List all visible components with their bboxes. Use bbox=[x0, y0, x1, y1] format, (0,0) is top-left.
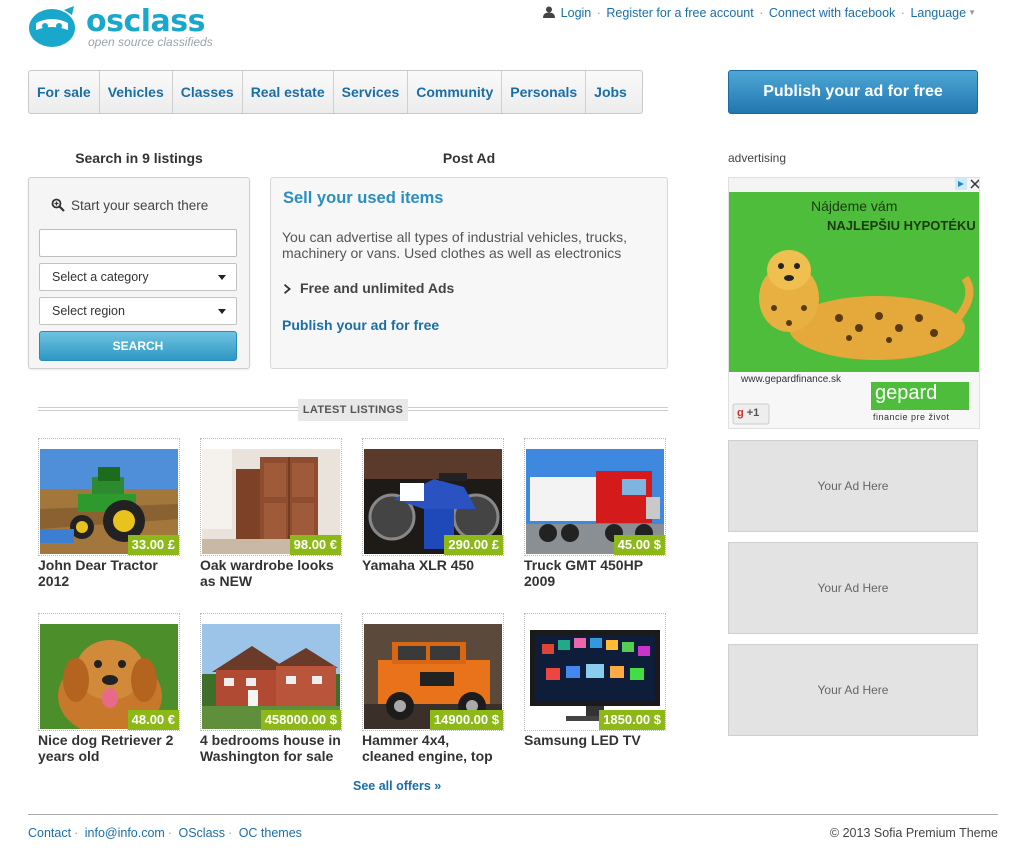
price-badge: 98.00 € bbox=[289, 535, 341, 555]
ad-banner-url: www.gepardfinance.sk bbox=[741, 374, 842, 385]
price-badge: 1850.00 $ bbox=[599, 710, 665, 730]
listing-thumbnail: 458000.00 $ bbox=[200, 613, 342, 731]
listing-card[interactable]: 1850.00 $ Samsung LED TV bbox=[524, 613, 666, 748]
search-button[interactable]: SEARCH bbox=[39, 331, 237, 361]
listing-card[interactable]: 458000.00 $ 4 bedrooms house in Washingt… bbox=[200, 613, 342, 764]
ad-banner-line1: Nájdeme vám bbox=[811, 198, 898, 214]
ad-placeholder[interactable]: Your Ad Here bbox=[728, 542, 978, 634]
nav-item-vehicles[interactable]: Vehicles bbox=[100, 71, 173, 113]
post-ad-panel: Sell your used items You can advertise a… bbox=[270, 177, 668, 369]
nav-item-real-estate[interactable]: Real estate bbox=[243, 71, 334, 113]
search-input[interactable] bbox=[39, 229, 237, 257]
listing-thumbnail: 33.00 £ bbox=[38, 438, 180, 556]
listing-thumbnail: 48.00 € bbox=[38, 613, 180, 736]
chevron-right-icon bbox=[284, 284, 291, 294]
category-select[interactable]: Select a category bbox=[39, 263, 237, 291]
latest-listings-heading: LATEST LISTINGS bbox=[298, 399, 408, 421]
listing-title: Yamaha XLR 450 bbox=[362, 557, 475, 573]
ad-banner[interactable]: Nájdeme vám NAJLEPŠIU HYPOTÉKU www.gepar… bbox=[728, 177, 980, 429]
register-link[interactable]: Register for a free account bbox=[606, 6, 753, 20]
price-badge: 14900.00 $ bbox=[429, 710, 503, 730]
publish-ad-button[interactable]: Publish your ad for free bbox=[728, 70, 978, 114]
listing-card[interactable]: 45.00 $ Truck GMT 450HP 2009 bbox=[524, 438, 666, 589]
listing-card[interactable]: 290.00 £ Yamaha XLR 450 bbox=[362, 438, 504, 573]
search-icon bbox=[51, 198, 65, 212]
price-badge: 33.00 £ bbox=[127, 535, 179, 555]
listing-card[interactable]: 98.00 € Oak wardrobe looks as NEW bbox=[200, 438, 342, 589]
site-logo[interactable]: osclass open source classifieds bbox=[28, 4, 228, 50]
listing-card[interactable]: 33.00 £ John Dear Tractor 2012 bbox=[38, 438, 180, 589]
facebook-connect-link[interactable]: Connect with facebook bbox=[769, 6, 895, 20]
post-ad-description: You can advertise all types of industria… bbox=[282, 229, 627, 261]
user-icon bbox=[542, 6, 555, 18]
ad-banner-brand: gepard bbox=[875, 382, 938, 404]
listing-title: Truck GMT 450HP 2009 bbox=[524, 557, 643, 589]
nav-item-jobs[interactable]: Jobs bbox=[586, 71, 642, 113]
listing-title: Samsung LED TV bbox=[524, 732, 641, 748]
footer-divider bbox=[28, 814, 998, 815]
search-title: Search in 9 listings bbox=[75, 150, 203, 166]
advertising-label: advertising bbox=[728, 151, 787, 165]
listing-thumbnail: 98.00 € bbox=[200, 438, 342, 556]
ad-banner-graphic bbox=[729, 178, 979, 428]
logo-tagline: open source classifieds bbox=[88, 35, 213, 49]
nav-item-services[interactable]: Services bbox=[334, 71, 409, 113]
listing-title: John Dear Tractor 2012 bbox=[38, 557, 158, 589]
logo-wordmark: osclass bbox=[86, 4, 206, 39]
region-select[interactable]: Select region bbox=[39, 297, 237, 325]
dropdown-arrow-icon bbox=[218, 275, 226, 280]
ad-placeholder[interactable]: Your Ad Here bbox=[728, 440, 978, 532]
search-panel: Start your search there Select a categor… bbox=[28, 177, 250, 369]
post-ad-title: Post Ad bbox=[442, 150, 496, 166]
post-ad-bullet: Free and unlimited Ads bbox=[284, 280, 454, 296]
nav-item-personals[interactable]: Personals bbox=[502, 71, 587, 113]
login-link[interactable]: Login bbox=[561, 6, 592, 20]
price-badge: 458000.00 $ bbox=[260, 710, 341, 730]
listing-title: Nice dog Retriever 2 years old bbox=[38, 732, 174, 764]
ad-placeholder[interactable]: Your Ad Here bbox=[728, 644, 978, 736]
ad-banner-slogan: financie pre život bbox=[873, 412, 950, 422]
listing-card[interactable]: 48.00 € Nice dog Retriever 2 years old bbox=[38, 613, 180, 764]
listing-thumbnail: 290.00 £ bbox=[362, 438, 504, 556]
footer-links: Contact · info@info.com · OSclass · OC them… bbox=[28, 826, 302, 840]
footer-email-link[interactable]: info@info.com bbox=[85, 826, 165, 840]
search-start-label: Start your search there bbox=[51, 198, 208, 213]
footer-contact-link[interactable]: Contact bbox=[28, 826, 71, 840]
footer-copyright: © 2013 Sofia Premium Theme bbox=[829, 826, 998, 840]
google-plus-icon[interactable]: g +1 bbox=[737, 407, 759, 419]
listing-title: Oak wardrobe looks as NEW bbox=[200, 557, 334, 589]
listing-title: Hammer 4x4, cleaned engine, top bbox=[362, 732, 493, 764]
ad-banner-line2: NAJLEPŠIU HYPOTÉKU bbox=[827, 218, 976, 233]
nav-item-classes[interactable]: Classes bbox=[173, 71, 243, 113]
top-links: Login · Register for a free account · Co… bbox=[542, 6, 976, 20]
footer-oc-themes-link[interactable]: OC themes bbox=[239, 826, 302, 840]
nav-item-community[interactable]: Community bbox=[408, 71, 503, 113]
dropdown-arrow-icon bbox=[218, 309, 226, 314]
publish-ad-link[interactable]: Publish your ad for free bbox=[282, 317, 439, 333]
price-badge: 45.00 $ bbox=[613, 535, 665, 555]
see-all-offers-link[interactable]: See all offers » bbox=[353, 779, 441, 793]
price-badge: 48.00 € bbox=[127, 710, 179, 730]
listing-thumbnail: 14900.00 $ bbox=[362, 613, 504, 731]
listing-thumbnail: 45.00 $ bbox=[524, 438, 666, 556]
listing-card[interactable]: 14900.00 $ Hammer 4x4, cleaned engine, t… bbox=[362, 613, 504, 764]
listing-title: 4 bedrooms house in Washington for sale bbox=[200, 732, 341, 764]
category-nav: For sale Vehicles Classes Real estate Se… bbox=[28, 70, 643, 114]
listing-thumbnail: 1850.00 $ bbox=[524, 613, 666, 731]
price-badge: 290.00 £ bbox=[444, 535, 503, 555]
footer-osclass-link[interactable]: OSclass bbox=[179, 826, 226, 840]
nav-item-for-sale[interactable]: For sale bbox=[29, 71, 100, 113]
chevron-down-icon: ▼ bbox=[968, 8, 976, 17]
post-ad-heading: Sell your used items bbox=[283, 189, 444, 207]
language-menu[interactable]: Language bbox=[910, 6, 966, 20]
osclass-logo-icon bbox=[29, 6, 75, 47]
